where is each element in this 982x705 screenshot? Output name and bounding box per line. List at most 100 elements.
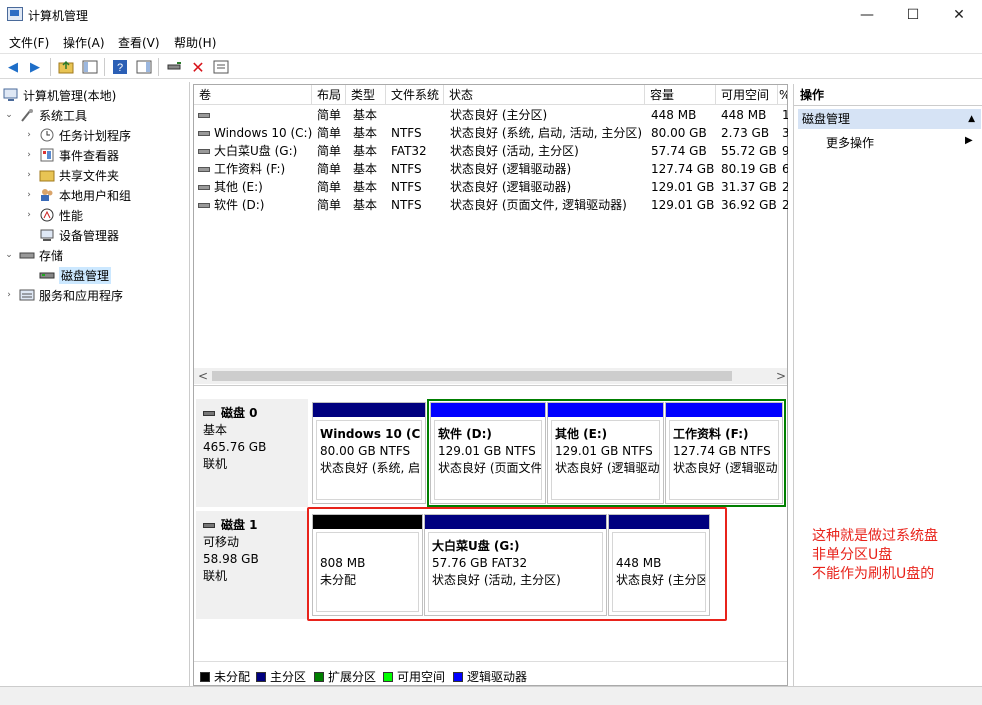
- tree-item-performance[interactable]: › 性能: [23, 205, 83, 225]
- actions-section-disk-management[interactable]: 磁盘管理 ▲: [798, 109, 981, 129]
- col-volume[interactable]: 卷: [194, 85, 312, 105]
- disk1-size: 58.98 GB: [203, 552, 259, 566]
- tree-item-system-tools[interactable]: ⌄ 系统工具: [3, 105, 87, 125]
- tree-item-device-manager[interactable]: 设备管理器: [35, 225, 119, 245]
- volume-type-cell: 基本: [353, 108, 378, 122]
- close-button[interactable]: ✕: [936, 0, 982, 30]
- partition-e[interactable]: 其他 (E:) 129.01 GB NTFS 状态良好 (逻辑驱动: [547, 402, 664, 504]
- chevron-right-icon[interactable]: ›: [3, 290, 15, 300]
- volume-pct-cell: 2: [782, 198, 788, 212]
- col-free-space[interactable]: 可用空间: [716, 85, 778, 105]
- volume-row[interactable]: 软件 (D:) 简单 基本 NTFS 状态良好 (页面文件, 逻辑驱动器) 129.01 …: [194, 196, 788, 214]
- tree-item-services[interactable]: › 服务和应用程序: [3, 285, 123, 305]
- volume-row[interactable]: Windows 10 (C:) 简单 基本 NTFS 状态良好 (系统, 启动, 活动,…: [194, 124, 788, 142]
- menu-action[interactable]: 操作(A): [63, 34, 105, 51]
- volume-name-cell: [198, 106, 312, 124]
- disk-management-icon: [39, 268, 55, 282]
- back-arrow-icon[interactable]: ◀: [4, 58, 22, 76]
- clock-icon: [39, 128, 55, 142]
- tree-item-shared-folders[interactable]: › 共享文件夹: [23, 165, 119, 185]
- volume-pct-cell: 1: [782, 108, 788, 122]
- chevron-right-icon[interactable]: ›: [23, 210, 35, 220]
- volume-name: 软件 (D:): [214, 198, 265, 212]
- volume-free-cell: 36.92 GB: [721, 198, 777, 212]
- up-folder-icon[interactable]: [57, 58, 75, 76]
- partition-c[interactable]: Windows 10 (C: 80.00 GB NTFS 状态良好 (系统, 启: [312, 402, 426, 504]
- more-actions-link[interactable]: 更多操作: [826, 134, 874, 151]
- actions-panel: 操作 磁盘管理 ▲ 更多操作 ▶: [793, 84, 982, 686]
- tree-item-disk-management[interactable]: 磁盘管理: [35, 265, 112, 285]
- maximize-button[interactable]: ☐: [890, 0, 936, 30]
- tree-label: 本地用户和组: [59, 188, 132, 203]
- properties-icon[interactable]: [135, 58, 153, 76]
- tree-label: 存储: [39, 248, 64, 263]
- volume-icon: [198, 149, 210, 154]
- delete-icon[interactable]: ✕: [189, 58, 207, 77]
- volume-row[interactable]: 其他 (E:) 简单 基本 NTFS 状态良好 (逻辑驱动器) 129.01 GB 31.3…: [194, 178, 788, 196]
- volume-row[interactable]: 工作资料 (F:) 简单 基本 NTFS 状态良好 (逻辑驱动器) 127.74 GB 80…: [194, 160, 788, 178]
- volume-name-cell: 其他 (E:): [198, 178, 312, 196]
- chevron-right-icon[interactable]: ›: [23, 190, 35, 200]
- col-percent[interactable]: %: [778, 85, 787, 105]
- col-filesystem[interactable]: 文件系统: [386, 85, 444, 105]
- tree-item-storage[interactable]: ⌄ 存储: [3, 245, 63, 265]
- volume-capacity-cell: 129.01 GB: [651, 198, 715, 212]
- collapse-icon[interactable]: ▲: [968, 109, 975, 129]
- volume-name-cell: 大白菜U盘 (G:): [198, 142, 312, 160]
- volume-name: 工作资料 (F:): [214, 162, 286, 176]
- chevron-down-icon[interactable]: ⌄: [3, 110, 15, 120]
- submenu-arrow-icon[interactable]: ▶: [965, 135, 973, 146]
- col-status[interactable]: 状态: [444, 85, 645, 105]
- partition-name: 软件 (D:): [438, 427, 492, 441]
- navigation-tree: 计算机管理(本地) ⌄ 系统工具 › 任务计划程序 › 事件查看器 › 共享文件…: [0, 82, 190, 686]
- menu-file[interactable]: 文件(F): [9, 34, 49, 51]
- chevron-right-icon[interactable]: ›: [23, 130, 35, 140]
- partition-f[interactable]: 工作资料 (F:) 127.74 GB NTFS 状态良好 (逻辑驱动: [665, 402, 783, 504]
- disk1-info[interactable]: 磁盘 1 可移动 58.98 GB 联机: [196, 511, 308, 619]
- scroll-thumb[interactable]: [212, 371, 732, 381]
- properties-list-icon[interactable]: [212, 58, 230, 76]
- tree-item-local-users[interactable]: › 本地用户和组: [23, 185, 131, 205]
- scroll-left-icon[interactable]: <: [198, 368, 208, 384]
- col-capacity[interactable]: 容量: [645, 85, 716, 105]
- shared-folder-icon: [39, 168, 55, 182]
- connect-drive-icon[interactable]: [165, 58, 183, 76]
- menu-help[interactable]: 帮助(H): [174, 34, 216, 51]
- tree-item-root[interactable]: 计算机管理(本地): [3, 85, 116, 105]
- volume-icon: [198, 131, 210, 136]
- actions-section-label: 磁盘管理: [802, 112, 851, 126]
- volume-name: 大白菜U盘 (G:): [214, 144, 298, 158]
- chevron-down-icon[interactable]: ⌄: [3, 250, 15, 260]
- scroll-right-icon[interactable]: >: [776, 368, 786, 384]
- partition-d[interactable]: 软件 (D:) 129.01 GB NTFS 状态良好 (页面文件: [430, 402, 546, 504]
- tree-item-task-scheduler[interactable]: › 任务计划程序: [23, 125, 131, 145]
- disk-icon: [203, 411, 215, 416]
- col-type[interactable]: 类型: [346, 85, 386, 105]
- volume-layout-cell: 简单: [317, 162, 342, 176]
- legend-unallocated: 未分配: [200, 668, 250, 685]
- volume-row[interactable]: 大白菜U盘 (G:) 简单 基本 FAT32 状态良好 (活动, 主分区) 57.74 G…: [194, 142, 788, 160]
- tree-item-event-viewer[interactable]: › 事件查看器: [23, 145, 119, 165]
- horizontal-scrollbar[interactable]: < >: [194, 368, 787, 384]
- volume-row[interactable]: 简单 基本 状态良好 (主分区) 448 MB 448 MB 1: [194, 106, 788, 124]
- forward-arrow-icon[interactable]: ▶: [26, 58, 44, 76]
- volume-fs-cell: NTFS: [391, 198, 422, 212]
- minimize-button[interactable]: —: [844, 0, 890, 30]
- chevron-right-icon[interactable]: ›: [23, 150, 35, 160]
- volume-layout-cell: 简单: [317, 198, 342, 212]
- tree-label: 计算机管理(本地): [23, 88, 117, 103]
- tree-label: 系统工具: [39, 108, 88, 123]
- annotation-line: 不能作为刷机U盘的: [812, 566, 935, 582]
- legend-primary: 主分区: [256, 668, 306, 685]
- disk0-info[interactable]: 磁盘 0 基本 465.76 GB 联机: [196, 399, 308, 507]
- col-layout[interactable]: 布局: [312, 85, 346, 105]
- disk1-type: 可移动: [203, 535, 240, 549]
- extended-partition[interactable]: 软件 (D:) 129.01 GB NTFS 状态良好 (页面文件 其他 (E:…: [427, 399, 786, 507]
- chevron-right-icon[interactable]: ›: [23, 170, 35, 180]
- volume-status-cell: 状态良好 (逻辑驱动器): [450, 180, 572, 194]
- help-icon[interactable]: ?: [111, 58, 129, 76]
- volume-name-cell: Windows 10 (C:): [198, 124, 312, 142]
- annotation-line: 非单分区U盘: [812, 547, 893, 563]
- menu-view[interactable]: 查看(V): [118, 34, 160, 51]
- show-hide-tree-icon[interactable]: [81, 58, 99, 76]
